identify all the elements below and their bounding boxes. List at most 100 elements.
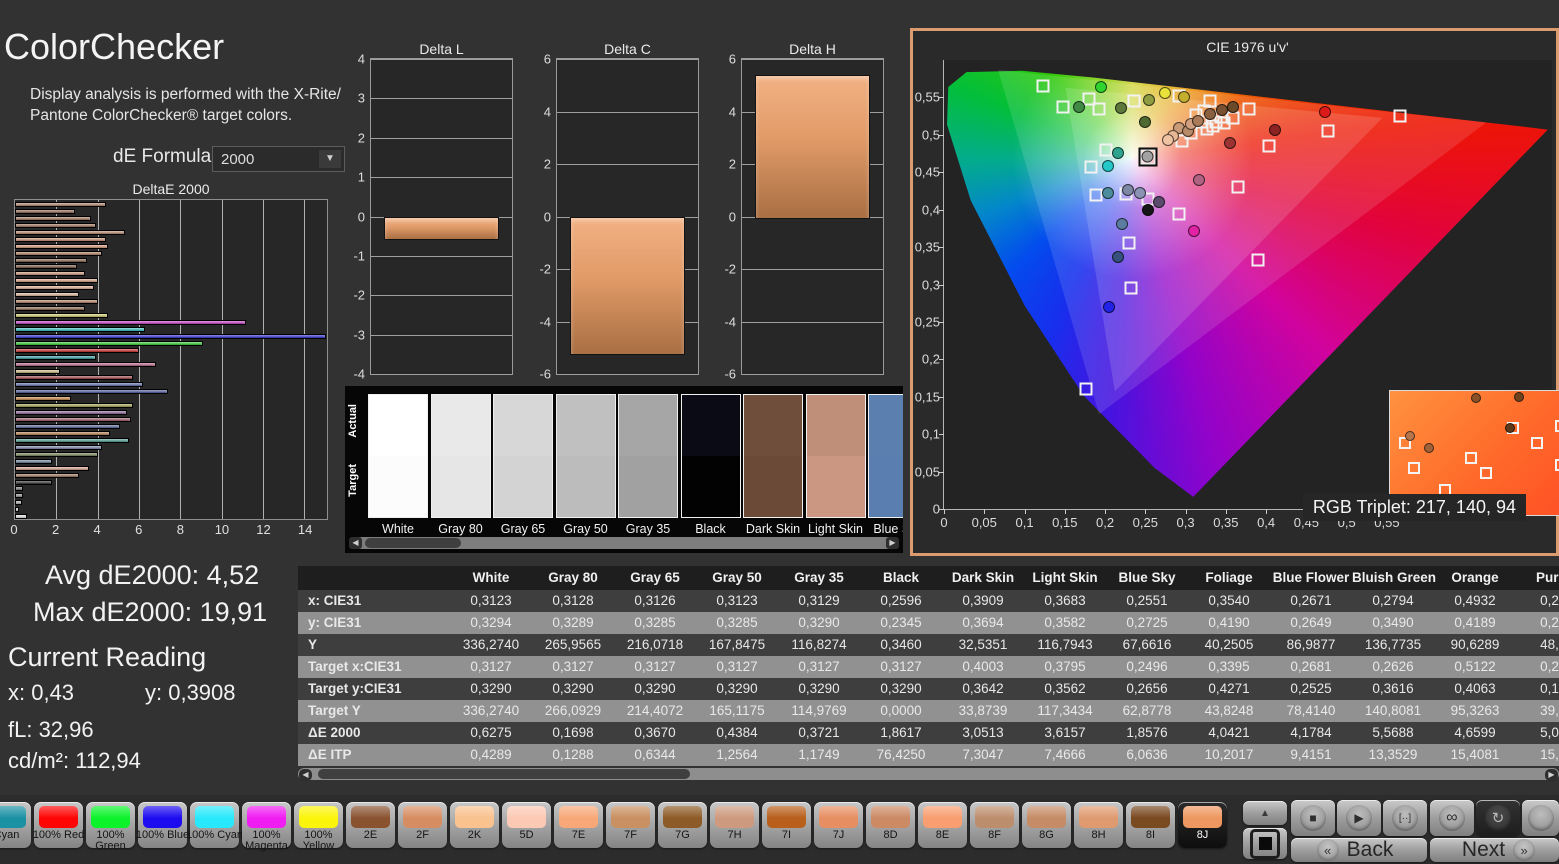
patch-color-chip <box>455 806 494 828</box>
color-swatch-black[interactable] <box>680 394 741 518</box>
color-swatch-gray-80[interactable] <box>430 394 491 518</box>
table-cell: 265,9565 <box>544 637 602 652</box>
de-formula-label: dE Formula: <box>113 146 217 167</box>
table-row-label: Target Y <box>308 703 361 718</box>
scroll-right-icon[interactable]: ▶ <box>1545 769 1558 781</box>
table-scrollbar[interactable]: ◀ ▶ <box>298 768 1559 781</box>
window-mode-button[interactable] <box>1243 828 1287 859</box>
y-tick-label: -4 <box>724 314 736 329</box>
patch-button-7g[interactable]: 7G <box>658 802 707 848</box>
cie-chart-title: CIE 1976 u'v' <box>1206 39 1289 55</box>
table-cell: 0,2596 <box>880 593 922 608</box>
table-cell: 1,8576 <box>1126 725 1168 740</box>
patch-button-100-red[interactable]: 100% Red <box>33 802 84 848</box>
inset-measured-point <box>1405 430 1416 441</box>
y-tick-label: 4 <box>357 51 365 67</box>
play-button[interactable]: ▶ <box>1337 800 1381 836</box>
swatch-scroll-thumb[interactable] <box>365 538 461 548</box>
cie-measured-point <box>1102 300 1115 313</box>
patch-button-7i[interactable]: 7I <box>762 802 811 848</box>
table-row: ΔE ITP 0,4289 0,1288 0,6344 1,2564 1,1749 76,4… <box>298 744 1559 766</box>
cie-measured-point <box>1114 102 1127 115</box>
next-button[interactable]: Next » <box>1430 838 1559 862</box>
table-row: Target Y 336,2740 266,0929 214,4072 165,1175… <box>298 700 1559 722</box>
patch-button-2k[interactable]: 2K <box>450 802 499 848</box>
patch-button-5d[interactable]: 5D <box>502 802 551 848</box>
patch-color-chip <box>91 806 130 828</box>
description-line2: Pantone ColorChecker® target colors. <box>30 107 293 124</box>
patch-button-100-yellow[interactable]: 100% Yellow <box>294 802 343 852</box>
swatch-label: Light Skin <box>808 522 863 536</box>
patch-button-7f[interactable]: 7F <box>606 802 655 848</box>
table-cell: 0,1288 <box>552 747 594 762</box>
table-header-row: White Gray 80 Gray 65 Gray 50 Gray 35 Black Da… <box>298 566 1559 590</box>
table-cell: 4,6599 <box>1454 725 1496 740</box>
patch-button-8d[interactable]: 8D <box>866 802 915 848</box>
patch-button-100-blue[interactable]: 100% Blue <box>136 802 189 848</box>
table-column-header: Purple <box>1535 570 1559 585</box>
table-cell: 0,3290 <box>470 681 512 696</box>
y-tick-label: 0,15 <box>914 389 940 405</box>
table-scroll-thumb[interactable] <box>318 769 690 779</box>
table-cell: 32,5351 <box>958 637 1008 652</box>
inset-target-square <box>1464 451 1477 464</box>
patch-button-100-cyan[interactable]: 100% Cyan <box>186 802 243 848</box>
marker-button[interactable]: [··] <box>1383 800 1427 836</box>
table-cell: 0,216 <box>1540 615 1559 630</box>
patch-button-2e[interactable]: 2E <box>346 802 395 848</box>
x-tick-label: 14 <box>297 522 313 537</box>
table-cell: 140,8081 <box>1364 703 1422 718</box>
swatch-scrollbar[interactable]: ◀ ▶ <box>349 537 899 549</box>
inset-target-square <box>1479 466 1492 479</box>
cie-measured-point <box>1142 93 1155 106</box>
table-row: y: CIE31 0,3294 0,3289 0,3285 0,3285 0,3290 0,… <box>298 612 1559 634</box>
y-tick-label: 1 <box>357 169 365 185</box>
back-button[interactable]: « Back <box>1291 838 1427 862</box>
patch-button-2f[interactable]: 2F <box>398 802 447 848</box>
patch-button-8h[interactable]: 8H <box>1074 802 1123 848</box>
de-formula-select[interactable]: 2000 ▼ <box>212 146 345 172</box>
loop-button[interactable]: ∞ <box>1430 800 1474 836</box>
table-column-header: Gray 50 <box>712 570 762 585</box>
patch-button-7e[interactable]: 7E <box>554 802 603 848</box>
collapse-toolbar-button[interactable]: ▲ <box>1243 801 1287 825</box>
color-swatch-light-skin[interactable] <box>805 394 866 518</box>
color-swatch-white[interactable] <box>368 394 428 518</box>
refresh-button[interactable]: ↻ <box>1476 800 1520 836</box>
table-cell: 0,3562 <box>1044 681 1086 696</box>
table-cell: 0,1698 <box>552 725 594 740</box>
deltae-bar <box>15 361 156 367</box>
patch-button-8e[interactable]: 8E <box>918 802 967 848</box>
patch-button-7j[interactable]: 7J <box>814 802 863 848</box>
color-swatch-gray-50[interactable] <box>555 394 616 518</box>
cie-selected-point[interactable] <box>1138 147 1158 167</box>
y-tick-label: -1 <box>353 248 365 264</box>
scroll-right-icon[interactable]: ▶ <box>886 537 899 549</box>
color-swatch-blue-sky[interactable] <box>868 394 903 518</box>
patch-button-8f[interactable]: 8F <box>970 802 1019 848</box>
table-cell: 0,2626 <box>1372 659 1414 674</box>
patch-button-100-green[interactable]: 100% Green <box>86 802 135 852</box>
scroll-left-icon[interactable]: ◀ <box>299 769 312 781</box>
patch-color-chip <box>715 806 754 828</box>
blank-button[interactable] <box>1522 800 1559 836</box>
patch-button-100-magenta[interactable]: 100% Magenta <box>242 802 291 852</box>
cie-measured-point <box>1101 186 1114 199</box>
patch-button-cyan[interactable]: Cyan <box>0 802 31 848</box>
table-cell: 0,216 <box>1540 659 1559 674</box>
patch-button-8g[interactable]: 8G <box>1022 802 1071 848</box>
x-tick-label: 0,15 <box>1052 515 1078 530</box>
color-swatch-gray-35[interactable] <box>618 394 678 518</box>
color-swatch-gray-65[interactable] <box>493 394 553 518</box>
patch-button-8j[interactable]: 8J <box>1178 802 1227 848</box>
stop-button[interactable]: ■ <box>1291 800 1335 836</box>
patch-button-8i[interactable]: 8I <box>1126 802 1175 848</box>
color-swatch-dark-skin[interactable] <box>743 394 803 518</box>
scroll-left-icon[interactable]: ◀ <box>349 537 362 549</box>
delta-l-title: Delta L <box>419 41 464 57</box>
table-column-header: Dark Skin <box>951 570 1015 585</box>
table-row: ΔE 2000 0,6275 0,1698 0,3670 0,4384 0,3721 1,8… <box>298 722 1559 744</box>
table-cell: 0,3290 <box>634 681 676 696</box>
patch-button-7h[interactable]: 7H <box>710 802 759 848</box>
table-row-label: y: CIE31 <box>308 615 362 630</box>
